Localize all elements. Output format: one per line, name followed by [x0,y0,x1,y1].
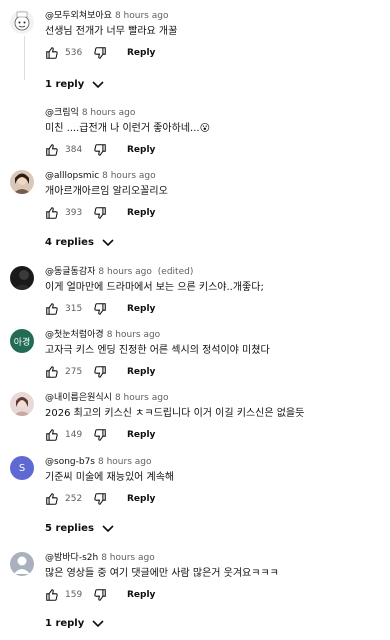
avatar[interactable]: S [10,456,34,480]
avatar[interactable] [10,552,34,576]
thumb-down-icon[interactable] [93,46,107,60]
chevron-down-icon [92,619,104,627]
comment-time: 8 hours ago [81,108,136,118]
replies-count: 4 replies [45,237,94,248]
comment-author[interactable]: @밤바다-s2h [45,553,98,563]
comment-text: 많은 영상들 중 여기 댓글에만 사람 많은거 웃겨요ㅋㅋㅋ [45,568,279,579]
thumb-up-icon[interactable] [45,428,59,442]
comment-author[interactable]: @첫눈처럼아경 [45,330,104,340]
thumb-up-icon[interactable] [45,143,59,157]
thumb-down-icon[interactable] [93,588,107,602]
edited-label: (edited) [157,267,194,277]
comment-time: 8 hours ago [114,393,169,403]
replies-toggle[interactable]: 5 replies [45,523,114,534]
thumb-up-icon[interactable] [45,588,59,602]
replies-count: 1 reply [45,79,85,90]
reply-button[interactable]: Reply [127,367,155,377]
avatar[interactable] [10,10,34,34]
comment-text: 미친 ....급전개 나 이런거 좋아하네...😮 [45,123,210,134]
comment-time: 8 hours ago [114,11,169,21]
thumb-down-icon[interactable] [93,492,107,506]
thumb-down-icon[interactable] [93,428,107,442]
like-count: 275 [65,367,83,377]
replies-toggle[interactable]: 1 reply [45,618,104,629]
comment-text: 2026 최고의 키스신 ㅊㅋ드립니다 이거 이길 키스신은 없을듯 [45,408,305,419]
thumb-down-icon[interactable] [93,143,107,157]
reply-button[interactable]: Reply [127,145,155,155]
like-count: 315 [65,304,83,314]
comment-author[interactable]: @모두외쳐보아요 [45,11,112,21]
reply-button[interactable]: Reply [127,494,155,504]
chevron-down-icon [102,524,114,532]
comment-text: 선생님 전개가 너무 빨라요 개꿀 [45,26,178,37]
comment-text: 고자극 키스 엔딩 진정한 어른 섹시의 정석이야 미쳤다 [45,345,270,356]
reply-button[interactable]: Reply [127,208,155,218]
comment-author[interactable]: @크림익 [45,108,79,118]
replies-toggle[interactable]: 4 replies [45,237,114,248]
thumb-up-icon[interactable] [45,492,59,506]
thumb-down-icon[interactable] [93,365,107,379]
reply-button[interactable]: Reply [127,590,155,600]
avatar[interactable] [10,170,34,194]
reply-button[interactable]: Reply [127,48,155,58]
thread-line [24,36,25,80]
replies-count: 5 replies [45,523,94,534]
comment-time: 8 hours ago [102,171,156,181]
avatar[interactable] [10,266,34,290]
thumb-down-icon[interactable] [93,206,107,220]
avatar[interactable] [10,392,34,416]
replies-count: 1 reply [45,618,85,629]
comment-text: 이게 얼마만에 드라마에서 보는 으른 키스야..개좋다; [45,282,264,293]
avatar-initials: 아경 [13,337,31,348]
thumb-up-icon[interactable] [45,302,59,316]
thumb-up-icon[interactable] [45,365,59,379]
default-user-icon [14,556,30,574]
comment-text: 개아르개아르임 알리오꼴리오 [45,186,168,197]
like-count: 159 [65,590,83,600]
like-count: 536 [65,48,83,58]
comment-author[interactable]: @동글동감자 [45,267,95,277]
replies-toggle[interactable]: 1 reply [45,79,104,90]
comment-text: 기준씨 미술에 재능있어 계속해 [45,472,175,483]
thumb-down-icon[interactable] [93,302,107,316]
like-count: 252 [65,494,83,504]
comment-time: 8 hours ago [98,457,152,467]
chevron-down-icon [102,238,114,246]
comment-author[interactable]: @alllopsmic [45,171,99,181]
comment-author[interactable]: @내이름은원식시 [45,393,112,403]
like-count: 393 [65,208,83,218]
chevron-down-icon [92,80,104,88]
comment-time: 8 hours ago [101,553,155,563]
comment-author[interactable]: @song-b7s [45,457,95,467]
thumb-up-icon[interactable] [45,206,59,220]
comment-time: 8 hours ago [98,267,152,277]
like-count: 384 [65,145,83,155]
like-count: 149 [65,430,83,440]
avatar[interactable]: 아경 [10,329,34,353]
reply-button[interactable]: Reply [127,304,155,314]
thumb-up-icon[interactable] [45,46,59,60]
reply-button[interactable]: Reply [127,430,155,440]
avatar-initials: S [18,462,26,474]
comment-time: 8 hours ago [106,330,161,340]
